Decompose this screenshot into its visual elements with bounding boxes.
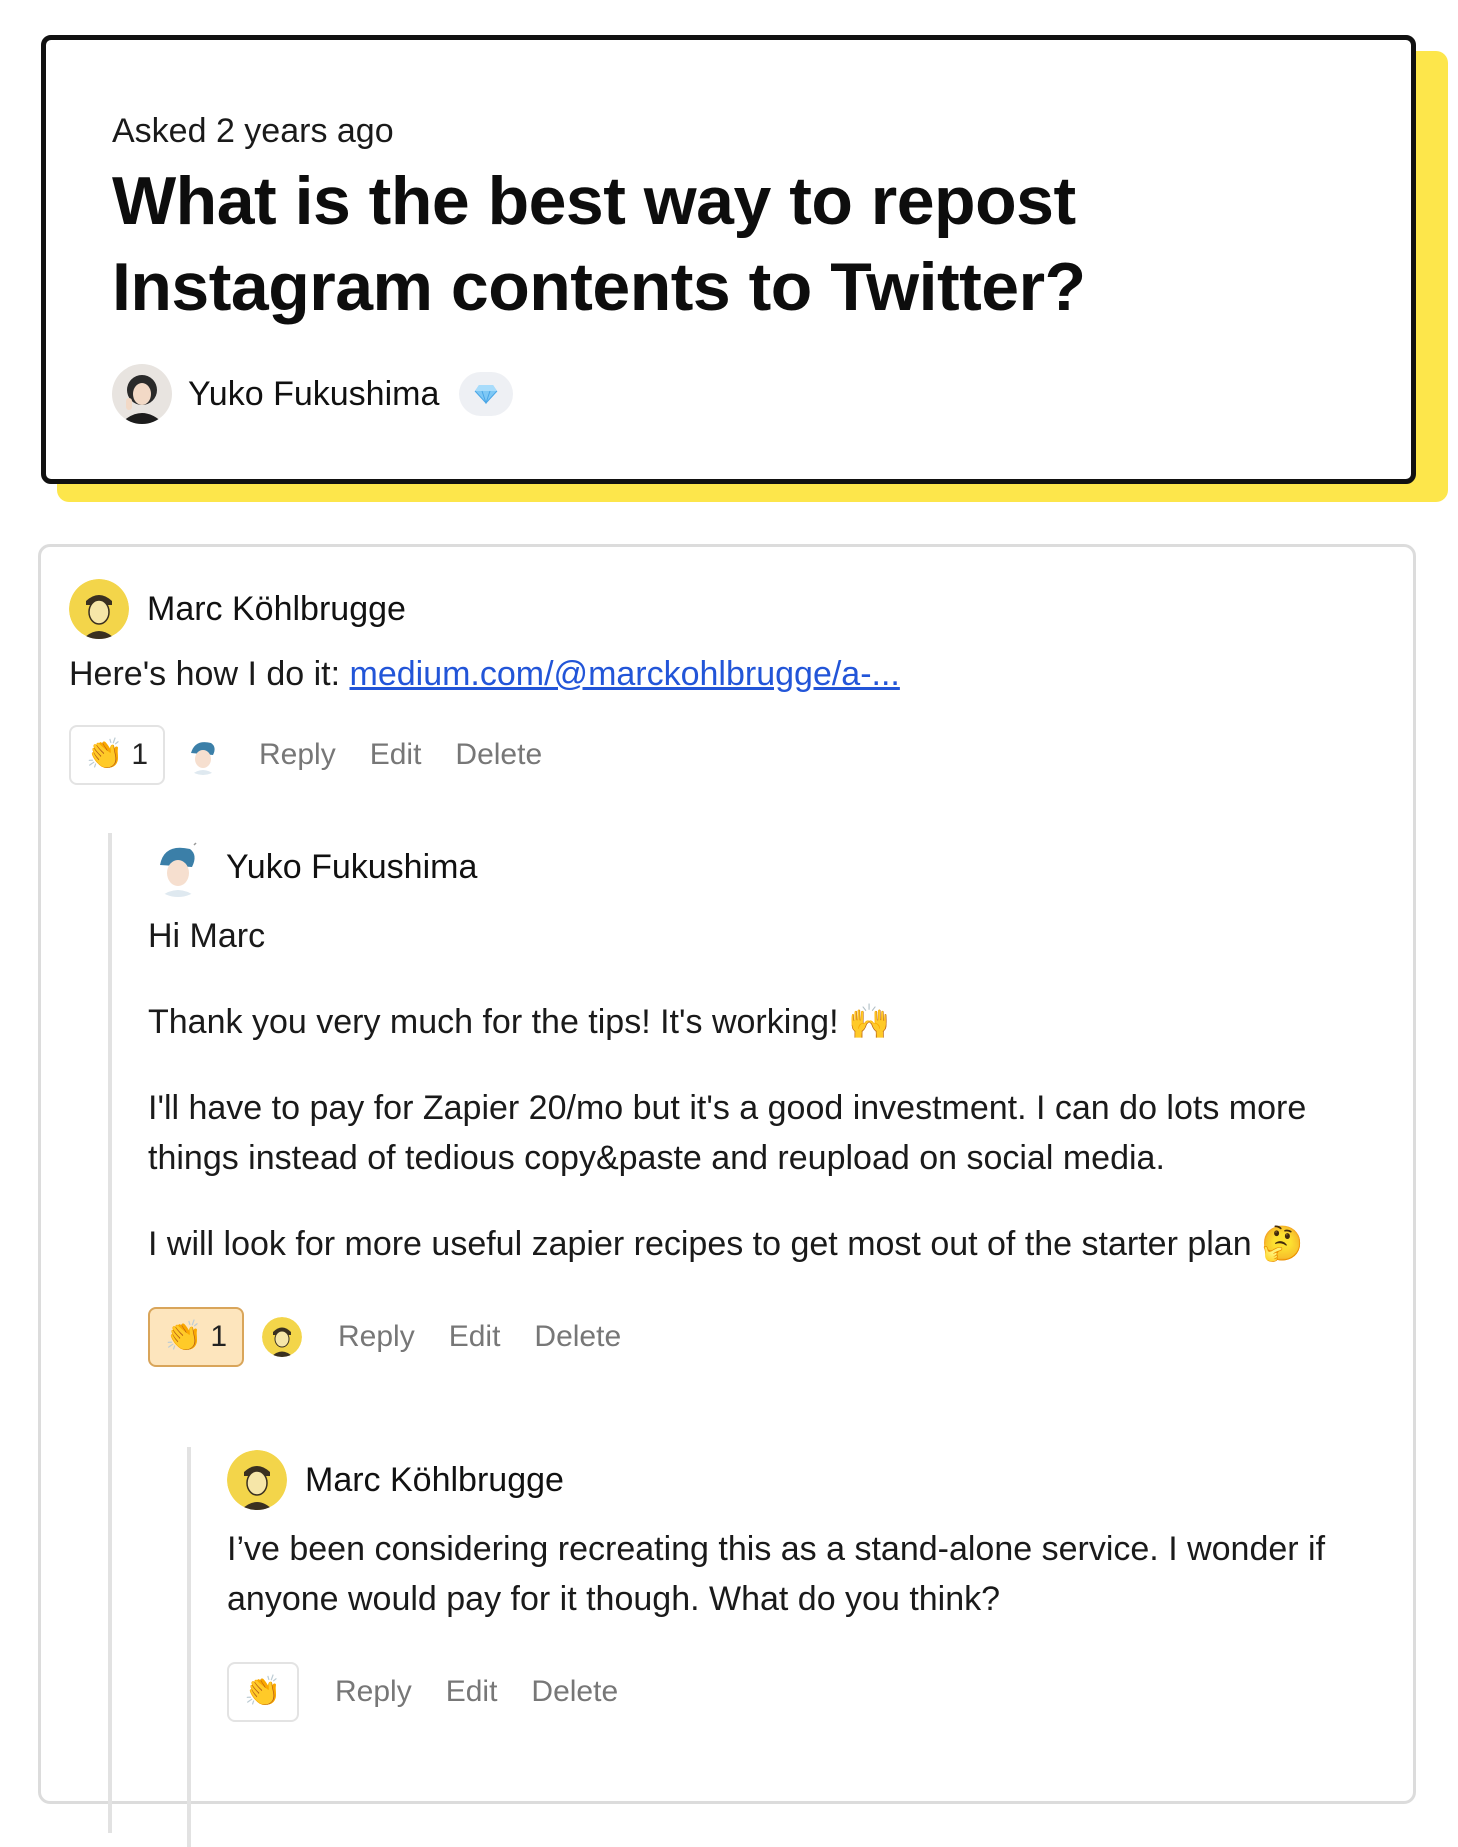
reply-button[interactable]: Reply	[338, 1320, 415, 1354]
comment-author-name[interactable]: Marc Köhlbrugge	[147, 590, 406, 629]
avatar[interactable]	[183, 735, 223, 775]
avatar-illustration-icon	[227, 1450, 287, 1510]
comment-paragraph: Thank you very much for the tips! It's w…	[148, 1003, 891, 1041]
avatar[interactable]	[227, 1450, 287, 1510]
comment-yuko-reply: Yuko Fukushima Hi Marc Thank you very mu…	[148, 837, 1378, 1367]
avatar-illustration-icon	[69, 579, 129, 639]
gem-icon	[474, 385, 498, 404]
clap-icon: 👏	[164, 1320, 203, 1353]
edit-button[interactable]: Edit	[446, 1675, 498, 1709]
thread-line	[108, 833, 112, 1833]
comment-header: Marc Köhlbrugge	[69, 579, 1379, 639]
comment-actions: 👏 Reply Edit Delete	[227, 1662, 1387, 1722]
comment-paragraph: I will look for more useful zapier recip…	[148, 1225, 1304, 1263]
question-author-name[interactable]: Yuko Fukushima	[188, 375, 439, 414]
comment-body: I’ve been considering recreating this as…	[227, 1530, 1326, 1618]
avatar[interactable]	[262, 1317, 302, 1357]
edit-button[interactable]: Edit	[370, 738, 422, 772]
reply-button[interactable]: Reply	[259, 738, 336, 772]
thread-line	[187, 1447, 191, 1847]
delete-button[interactable]: Delete	[531, 1675, 618, 1709]
reply-button[interactable]: Reply	[335, 1675, 412, 1709]
clap-button[interactable]: 👏 1	[69, 725, 165, 785]
comment-paragraph: Hi Marc	[148, 917, 266, 955]
comment-author-name[interactable]: Yuko Fukushima	[226, 848, 477, 887]
comments-panel: Marc Köhlbrugge Here's how I do it: medi…	[38, 544, 1416, 1847]
avatar[interactable]	[69, 579, 129, 639]
avatar-photo-icon	[112, 364, 172, 424]
comment-header: Yuko Fukushima	[148, 837, 1378, 897]
clap-icon: 👏	[244, 1675, 282, 1708]
edit-button[interactable]: Edit	[449, 1320, 501, 1354]
clap-button[interactable]: 👏 1	[148, 1307, 244, 1367]
clap-button[interactable]: 👏	[227, 1662, 299, 1722]
clap-count: 1	[210, 1320, 228, 1353]
comment-actions: 👏 1 Reply Edit Delete	[148, 1307, 1378, 1367]
delete-button[interactable]: Delete	[455, 738, 542, 772]
avatar-illustration-icon	[262, 1317, 302, 1357]
clap-icon: 👏	[85, 738, 124, 771]
question-title: What is the best way to repost Instagram…	[112, 163, 1086, 325]
avatar[interactable]	[112, 364, 172, 424]
question-author[interactable]: Yuko Fukushima	[112, 364, 1411, 424]
comment-actions: 👏 1 Reply Edit Delete	[69, 725, 1379, 785]
avatar[interactable]	[148, 837, 208, 897]
comment-marc-1: Marc Köhlbrugge Here's how I do it: medi…	[69, 579, 1379, 785]
asked-timestamp: Asked 2 years ago	[112, 112, 394, 150]
clap-count: 1	[131, 738, 149, 771]
gem-badge	[459, 372, 514, 416]
comment-text: Here's how I do it:	[69, 655, 350, 693]
comment-link[interactable]: medium.com/@marckohlbrugge/a-...	[350, 655, 900, 693]
delete-button[interactable]: Delete	[534, 1320, 621, 1354]
comment-paragraph: I'll have to pay for Zapier 20/mo but it…	[148, 1089, 1307, 1177]
comment-body: Here's how I do it: medium.com/@marckohl…	[69, 649, 1379, 699]
comment-marc-2: Marc Köhlbrugge I’ve been considering re…	[227, 1450, 1387, 1722]
avatar-illustration-icon	[183, 735, 223, 775]
question-card: Asked 2 years ago What is the best way t…	[41, 35, 1416, 484]
comment-header: Marc Köhlbrugge	[227, 1450, 1387, 1510]
avatar-illustration-icon	[148, 837, 208, 897]
question-card-wrapper: Asked 2 years ago What is the best way t…	[41, 35, 1448, 502]
comment-body: Hi Marc Thank you very much for the tips…	[148, 911, 1378, 1269]
comment-author-name[interactable]: Marc Köhlbrugge	[305, 1461, 564, 1500]
